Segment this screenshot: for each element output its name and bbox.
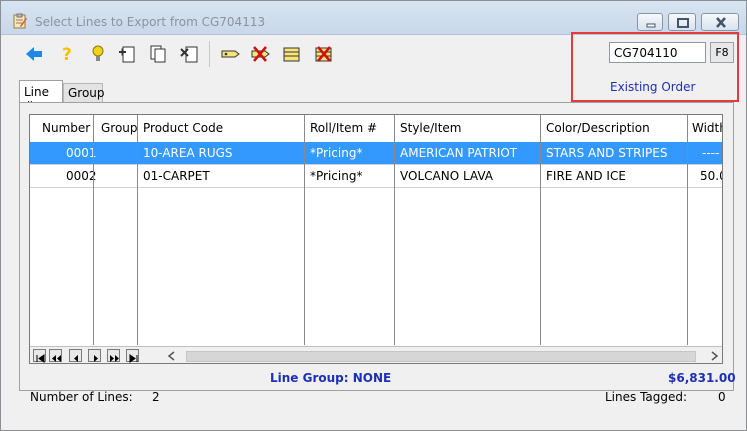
cell-style-item: AMERICAN PATRIOT: [400, 146, 518, 160]
order-total: $6,831.00: [668, 371, 736, 385]
scroll-left-icon[interactable]: [166, 350, 178, 362]
right-icon: [94, 355, 98, 362]
column-divider: [137, 115, 138, 345]
column-header-style-item[interactable]: Style/Item: [400, 115, 462, 142]
column-header-width[interactable]: Width: [692, 115, 722, 142]
cell-color-description: FIRE AND ICE: [546, 169, 626, 183]
column-divider: [687, 115, 688, 345]
toolbar-separator: [209, 41, 210, 67]
grid-navigation-bar: [30, 346, 722, 363]
cell-style-item: VOLCANO LAVA: [400, 169, 494, 183]
order-status-label: Existing Order: [610, 80, 696, 94]
scroll-right-icon[interactable]: [708, 350, 720, 362]
cell-number: 0002: [66, 169, 97, 183]
minimize-button[interactable]: [637, 13, 663, 31]
tab-group[interactable]: Group: [63, 83, 105, 103]
untag-icon[interactable]: [249, 43, 271, 65]
close-icon: [716, 17, 726, 28]
row-divider: [30, 187, 722, 188]
cell-width: ----: [702, 146, 720, 160]
lines-tagged-value: 0: [718, 390, 726, 404]
delete-line-icon[interactable]: [179, 43, 201, 65]
maximize-button[interactable]: [668, 13, 696, 31]
column-header-product-code[interactable]: Product Code: [143, 115, 223, 142]
number-of-lines-label: Number of Lines:: [30, 390, 133, 404]
first-icon: [36, 354, 45, 363]
column-divider: [93, 115, 94, 345]
next-page-button[interactable]: [107, 349, 120, 362]
table-row[interactable]: 0001 10-AREA RUGS *Pricing* AMERICAN PAT…: [30, 142, 722, 164]
previous-record-button[interactable]: [69, 349, 82, 362]
tips-icon[interactable]: [87, 43, 109, 65]
scrollbar-thumb[interactable]: [186, 351, 696, 362]
grid-header: Number Group Product Code Roll/Item # St…: [30, 115, 722, 142]
cell-color-description: STARS AND STRIPES: [546, 146, 668, 160]
copy-line-icon[interactable]: [147, 43, 169, 65]
add-line-icon[interactable]: [117, 43, 139, 65]
tag-icon[interactable]: [219, 43, 241, 65]
line-group-label: Line Group: NONE: [270, 371, 392, 385]
last-icon: [129, 354, 138, 363]
column-divider: [394, 115, 395, 345]
column-header-color-description[interactable]: Color/Description: [546, 115, 650, 142]
untag-all-icon[interactable]: [313, 43, 335, 65]
order-number-input[interactable]: [609, 42, 706, 63]
column-header-number[interactable]: Number: [42, 115, 90, 142]
column-divider: [304, 115, 305, 345]
double-right-icon: [110, 355, 119, 362]
help-icon[interactable]: ?: [56, 43, 78, 65]
column-divider: [540, 115, 541, 345]
cell-number: 0001: [66, 146, 97, 160]
close-button[interactable]: [701, 13, 739, 31]
tab-line-number[interactable]: Line #: [19, 80, 63, 113]
window-title: Select Lines to Export from CG704113: [35, 15, 266, 29]
column-header-group[interactable]: Group: [101, 115, 138, 142]
cell-roll-item: *Pricing*: [310, 169, 363, 183]
maximize-icon: [677, 18, 689, 28]
svg-text:?: ?: [62, 45, 72, 65]
next-record-button[interactable]: [88, 349, 101, 362]
lines-grid: Number Group Product Code Roll/Item # St…: [29, 114, 723, 364]
left-icon: [74, 355, 78, 362]
cell-width: 50.00: [700, 169, 722, 183]
last-record-button[interactable]: [126, 349, 139, 363]
number-of-lines-value: 2: [152, 390, 160, 404]
table-row[interactable]: 0002 01-CARPET *Pricing* VOLCANO LAVA FI…: [30, 165, 722, 187]
minimize-icon: [646, 23, 656, 28]
first-record-button[interactable]: [33, 349, 46, 363]
back-arrow-icon[interactable]: [23, 43, 45, 65]
cell-product-code: 10-AREA RUGS: [143, 146, 233, 160]
cell-roll-item: *Pricing*: [310, 146, 363, 160]
column-header-roll-item[interactable]: Roll/Item #: [310, 115, 377, 142]
lines-tagged-label: Lines Tagged:: [605, 390, 688, 404]
cell-product-code: 01-CARPET: [143, 169, 210, 183]
previous-page-button[interactable]: [49, 349, 62, 362]
f8-lookup-button[interactable]: F8: [710, 42, 734, 63]
toolbar: ?: [9, 37, 349, 69]
title-bar: Select Lines to Export from CG704113: [1, 1, 746, 35]
export-lines-window: Select Lines to Export from CG704113 ? C…: [0, 0, 747, 431]
clipboard-edit-icon: [13, 13, 27, 29]
double-left-icon: [52, 355, 61, 362]
tag-all-icon[interactable]: [281, 43, 303, 65]
horizontal-scrollbar[interactable]: [166, 348, 722, 363]
